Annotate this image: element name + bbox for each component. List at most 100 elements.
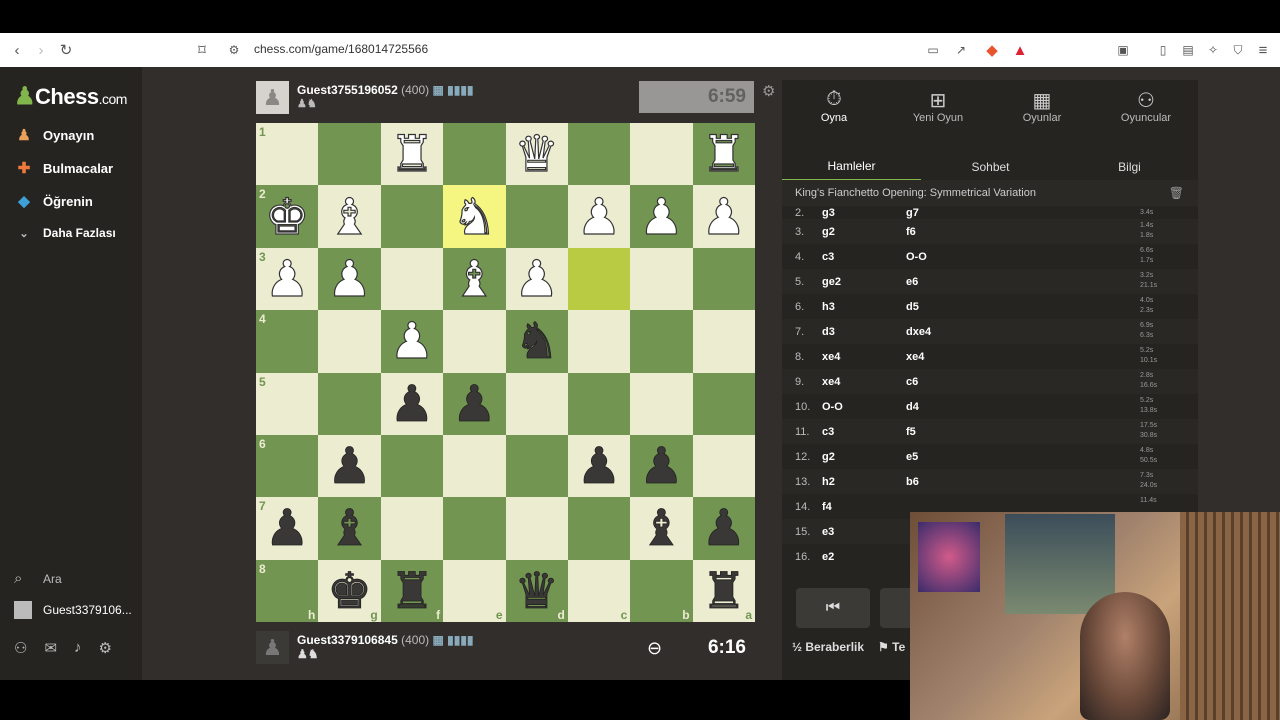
- white-move[interactable]: h2: [822, 476, 906, 488]
- white-move[interactable]: g3: [822, 207, 906, 219]
- board-square[interactable]: [380, 497, 444, 560]
- board-square[interactable]: ♜: [692, 123, 755, 186]
- white-move[interactable]: c3: [822, 251, 906, 263]
- white-move[interactable]: e2: [822, 551, 906, 563]
- black-knight-icon[interactable]: ♞: [514, 316, 560, 367]
- sidebar-item-puzzles[interactable]: ✚ Bulmacalar: [14, 159, 113, 177]
- white-pawn-icon[interactable]: ♟: [576, 191, 622, 242]
- white-move[interactable]: f4: [822, 501, 906, 513]
- board-square[interactable]: [567, 497, 631, 560]
- board-square[interactable]: 1: [256, 123, 319, 186]
- board-square[interactable]: [630, 247, 693, 311]
- black-pawn-icon[interactable]: ♟: [701, 503, 747, 554]
- black-pawn-icon[interactable]: ♟: [451, 378, 497, 429]
- black-rook-icon[interactable]: ♜: [389, 565, 435, 616]
- board-square[interactable]: b: [630, 559, 693, 622]
- board-square[interactable]: [505, 372, 568, 435]
- board-square[interactable]: [443, 497, 506, 560]
- black-move[interactable]: b6: [906, 476, 990, 488]
- black-bishop-icon[interactable]: ♝: [639, 503, 685, 554]
- board-square[interactable]: [443, 123, 506, 186]
- messages-icon[interactable]: ✉: [44, 639, 57, 657]
- white-pawn-icon[interactable]: ♟: [264, 253, 310, 304]
- black-rook-icon[interactable]: ♜: [701, 565, 747, 616]
- board-square[interactable]: [630, 372, 693, 435]
- black-pawn-icon[interactable]: ♟: [576, 441, 622, 492]
- white-move[interactable]: ge2: [822, 276, 906, 288]
- first-move-button[interactable]: ⏮: [796, 588, 870, 628]
- delete-icon[interactable]: 🗑: [1169, 186, 1184, 200]
- board-square[interactable]: [692, 247, 755, 311]
- brave-shield-icon[interactable]: ◆: [980, 33, 1004, 67]
- white-pawn-icon[interactable]: ♟: [638, 191, 684, 242]
- board-square[interactable]: [505, 497, 568, 560]
- sidebar-item-learn[interactable]: ◆ Öğrenin: [14, 192, 93, 210]
- chess-board[interactable]: 1 ♜ ♛ ♜ 2 ♚ ♝ ♞ ♟ ♟ ♟ 3 ♟ ♟ ♝ ♟ 4 ♟ ♞ 5 ♟ ♟ 6 ♟ ♟ ♟ 7 ♟ ♝ ♝ ♟ 8 h g ♚ f ♜ e d ♛…: [256, 123, 755, 622]
- white-move[interactable]: O-O: [822, 401, 906, 413]
- black-move[interactable]: f6: [906, 226, 990, 238]
- board-square[interactable]: ♞: [505, 310, 568, 373]
- board-square[interactable]: ♟: [380, 372, 444, 435]
- black-move[interactable]: dxe4: [906, 326, 990, 338]
- white-knight-icon[interactable]: ♞: [451, 191, 497, 242]
- site-settings-icon[interactable]: ⚙: [222, 33, 246, 67]
- board-square[interactable]: ♝: [630, 497, 693, 560]
- board-square[interactable]: 2 ♚: [256, 185, 319, 248]
- forward-icon[interactable]: ›: [29, 33, 53, 67]
- white-king-icon[interactable]: ♚: [264, 191, 310, 242]
- wallet-icon[interactable]: ▤: [1176, 33, 1200, 67]
- tab-chat[interactable]: Sohbet: [921, 152, 1060, 182]
- black-king-icon[interactable]: ♚: [327, 565, 373, 616]
- black-pawn-icon[interactable]: ♟: [327, 441, 373, 492]
- notifications-icon[interactable]: ♪: [74, 639, 82, 657]
- white-bishop-icon[interactable]: ♝: [327, 191, 373, 242]
- board-square[interactable]: ♟: [318, 247, 381, 311]
- board-square[interactable]: c: [567, 559, 631, 622]
- white-move[interactable]: d3: [822, 326, 906, 338]
- sidebar-search[interactable]: ⌕ Ara: [14, 570, 62, 587]
- board-square[interactable]: g ♚: [318, 559, 381, 622]
- board-square[interactable]: [692, 372, 755, 435]
- board-square[interactable]: a ♜: [692, 559, 755, 622]
- top-player-avatar[interactable]: ♟: [256, 81, 289, 114]
- board-square[interactable]: ♜: [380, 123, 444, 186]
- bottom-player-info[interactable]: Guest3379106845 (400) ▦ ▮▮▮▮ ♟♞: [297, 633, 474, 661]
- address-bar[interactable]: chess.com/game/168014725566: [254, 42, 428, 56]
- white-rook-icon[interactable]: ♜: [701, 129, 747, 180]
- rewards-icon[interactable]: ▲: [1008, 33, 1032, 67]
- board-square[interactable]: 3 ♟: [256, 247, 319, 311]
- black-queen-icon[interactable]: ♛: [514, 565, 560, 616]
- white-rook-icon[interactable]: ♜: [389, 129, 435, 180]
- black-bishop-icon[interactable]: ♝: [327, 503, 373, 554]
- board-square[interactable]: f ♜: [380, 559, 444, 622]
- board-square[interactable]: [505, 434, 568, 498]
- board-square[interactable]: ♟: [630, 185, 693, 248]
- board-square[interactable]: ♟: [318, 434, 381, 498]
- board-square[interactable]: [318, 123, 381, 186]
- board-square[interactable]: ♟: [505, 247, 568, 311]
- white-pawn-icon[interactable]: ♟: [327, 253, 373, 304]
- settings-icon[interactable]: ⚙: [99, 639, 112, 657]
- white-move[interactable]: e3: [822, 526, 906, 538]
- bookmark-icon[interactable]: ⌑: [190, 33, 214, 67]
- tab-info[interactable]: Bilgi: [1060, 152, 1199, 182]
- board-square[interactable]: [630, 310, 693, 373]
- board-square[interactable]: ♝: [443, 247, 506, 311]
- board-square[interactable]: ♟: [630, 434, 693, 498]
- black-move[interactable]: O-O: [906, 251, 990, 263]
- black-move[interactable]: e5: [906, 451, 990, 463]
- sidebar-user[interactable]: Guest3379106...: [14, 601, 132, 619]
- white-move[interactable]: h3: [822, 301, 906, 313]
- board-square[interactable]: 4: [256, 310, 319, 373]
- white-move[interactable]: xe4: [822, 376, 906, 388]
- board-square[interactable]: 8h: [256, 559, 319, 622]
- board-square[interactable]: [630, 123, 693, 186]
- white-move[interactable]: c3: [822, 426, 906, 438]
- board-square[interactable]: [692, 434, 755, 498]
- friends-icon[interactable]: ⚇: [14, 639, 27, 657]
- tab-play[interactable]: ⏱ Oyna: [782, 88, 886, 124]
- white-move[interactable]: g2: [822, 451, 906, 463]
- white-pawn-icon[interactable]: ♟: [701, 191, 747, 242]
- black-move[interactable]: e6: [906, 276, 990, 288]
- leo-icon[interactable]: ✧: [1201, 33, 1225, 67]
